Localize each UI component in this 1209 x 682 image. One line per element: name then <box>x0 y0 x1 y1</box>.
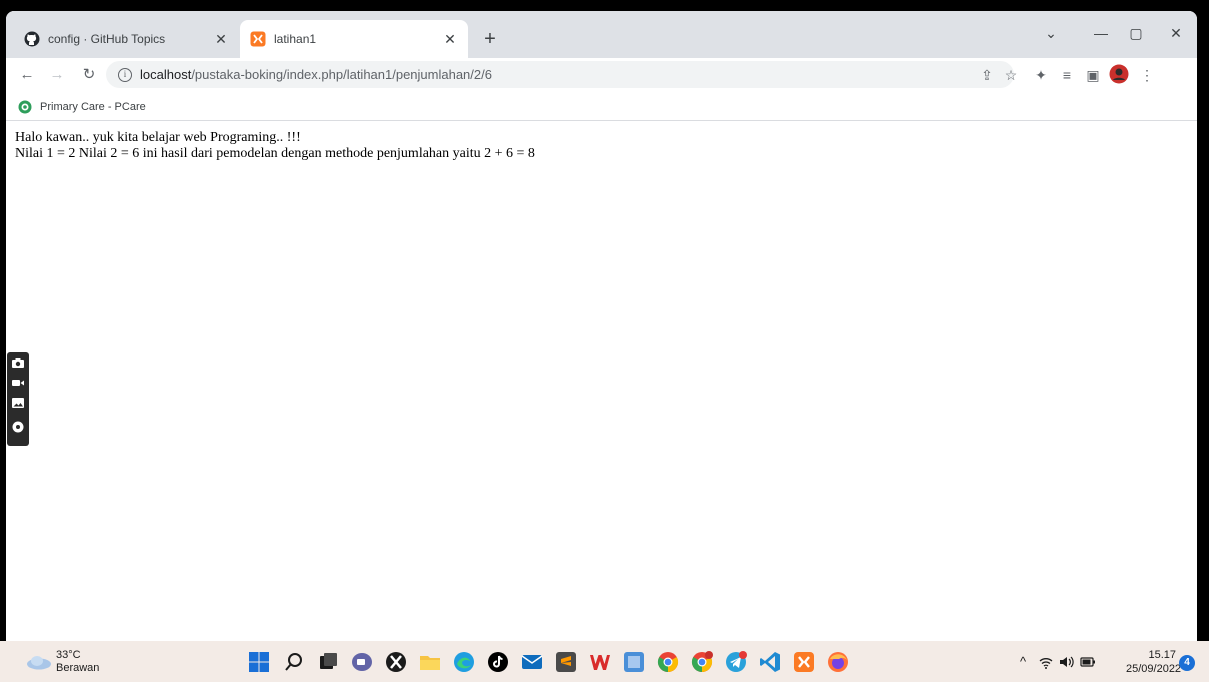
app-window-icon[interactable] <box>622 650 646 674</box>
battery-icon[interactable] <box>1080 654 1096 670</box>
close-tab-icon[interactable]: ✕ <box>442 31 458 47</box>
xampp-taskbar-icon[interactable] <box>792 650 816 674</box>
side-panel-icon[interactable]: ▣ <box>1082 64 1104 86</box>
pcare-icon <box>18 100 32 113</box>
weather-temperature: 33°C <box>56 649 81 661</box>
tab-search-icon[interactable]: ⌄ <box>1036 21 1066 45</box>
screen: config · GitHub Topics ✕ latihan1 ✕ + ⌄ … <box>0 0 1209 682</box>
volume-icon[interactable] <box>1058 654 1074 670</box>
bookmark-item[interactable]: Primary Care - PCare <box>18 100 146 114</box>
chrome-icon[interactable] <box>656 650 680 674</box>
wifi-icon[interactable] <box>1038 654 1054 670</box>
chat-icon[interactable] <box>350 650 374 674</box>
browser-window: config · GitHub Topics ✕ latihan1 ✕ + ⌄ … <box>6 11 1197 641</box>
file-explorer-icon[interactable] <box>418 650 442 674</box>
show-hidden-icons-chevron-icon[interactable]: ^ <box>1015 654 1031 670</box>
vscode-icon[interactable] <box>758 650 782 674</box>
result-text: Nilai 1 = 2 Nilai 2 = 6 ini hasil dari p… <box>15 146 535 161</box>
reload-button[interactable]: ↻ <box>78 64 100 86</box>
xbox-icon[interactable] <box>384 650 408 674</box>
close-window-button[interactable]: ✕ <box>1161 21 1191 45</box>
tab-title: latihan1 <box>274 32 317 46</box>
maximize-button[interactable]: ▢ <box>1121 21 1151 45</box>
xampp-icon <box>250 31 266 47</box>
search-icon[interactable] <box>282 650 306 674</box>
task-view-icon[interactable] <box>316 650 340 674</box>
weather-widget[interactable]: 33°C Berawan <box>26 649 99 675</box>
tiktok-icon[interactable] <box>486 650 510 674</box>
cloud-icon <box>27 656 51 670</box>
page-content: Halo kawan.. yuk kita belajar web Progra… <box>6 122 1197 641</box>
tab-github-topics[interactable]: config · GitHub Topics ✕ <box>14 20 239 58</box>
chrome-profile-icon[interactable] <box>690 650 714 674</box>
clock[interactable]: 15.17 25/09/2022 <box>1126 648 1182 676</box>
greeting-text: Halo kawan.. yuk kita belajar web Progra… <box>15 130 301 145</box>
bookmark-label: Primary Care - PCare <box>40 100 146 113</box>
camera-icon[interactable] <box>11 356 25 370</box>
address-bar[interactable]: i localhost/pustaka-boking/index.php/lat… <box>106 61 1014 88</box>
firefox-icon[interactable] <box>826 650 850 674</box>
telegram-icon[interactable] <box>724 650 748 674</box>
clock-time: 15.17 <box>1148 649 1176 661</box>
edge-icon[interactable] <box>452 650 476 674</box>
video-camera-icon[interactable] <box>11 376 25 390</box>
settings-gear-icon[interactable] <box>11 420 25 434</box>
sublime-text-icon[interactable] <box>554 650 578 674</box>
tab-strip: config · GitHub Topics ✕ latihan1 ✕ + ⌄ … <box>6 11 1197 58</box>
browser-menu-icon[interactable]: ⋮ <box>1136 64 1158 86</box>
clock-date: 25/09/2022 <box>1126 663 1182 675</box>
start-windows-icon[interactable] <box>247 650 271 674</box>
url-path: /pustaka-boking/index.php/latihan1/penju… <box>191 67 492 82</box>
bookmarks-bar: Primary Care - PCare <box>6 93 1197 121</box>
browser-toolbar: ← → ↻ i localhost/pustaka-boking/index.p… <box>6 58 1197 93</box>
mail-icon[interactable] <box>520 650 544 674</box>
share-icon[interactable]: ⇪ <box>976 64 998 86</box>
close-tab-icon[interactable]: ✕ <box>213 31 229 47</box>
bookmark-star-icon[interactable]: ☆ <box>1000 64 1022 86</box>
capture-toolbar <box>7 352 29 446</box>
url-host: localhost <box>140 67 192 82</box>
new-tab-button[interactable]: + <box>478 28 502 52</box>
tab-latihan1[interactable]: latihan1 ✕ <box>240 20 468 58</box>
extensions-icon[interactable]: ✦ <box>1030 64 1052 86</box>
minimize-button[interactable]: — <box>1086 21 1116 45</box>
media-control-icon[interactable]: ≡ <box>1056 64 1078 86</box>
weather-condition: Berawan <box>56 662 100 674</box>
tab-title: config · GitHub Topics <box>48 32 166 46</box>
forward-button[interactable]: → <box>46 64 68 86</box>
site-info-icon[interactable]: i <box>118 67 132 82</box>
taskbar: 33°C Berawan ^ 15.17 25/09/2022 4 <box>0 641 1209 682</box>
profile-avatar[interactable] <box>1108 64 1130 86</box>
gallery-icon[interactable] <box>11 396 25 410</box>
back-button[interactable]: ← <box>16 64 38 86</box>
github-icon <box>24 31 40 47</box>
wps-office-icon[interactable] <box>588 650 612 674</box>
notification-badge[interactable]: 4 <box>1179 655 1195 671</box>
